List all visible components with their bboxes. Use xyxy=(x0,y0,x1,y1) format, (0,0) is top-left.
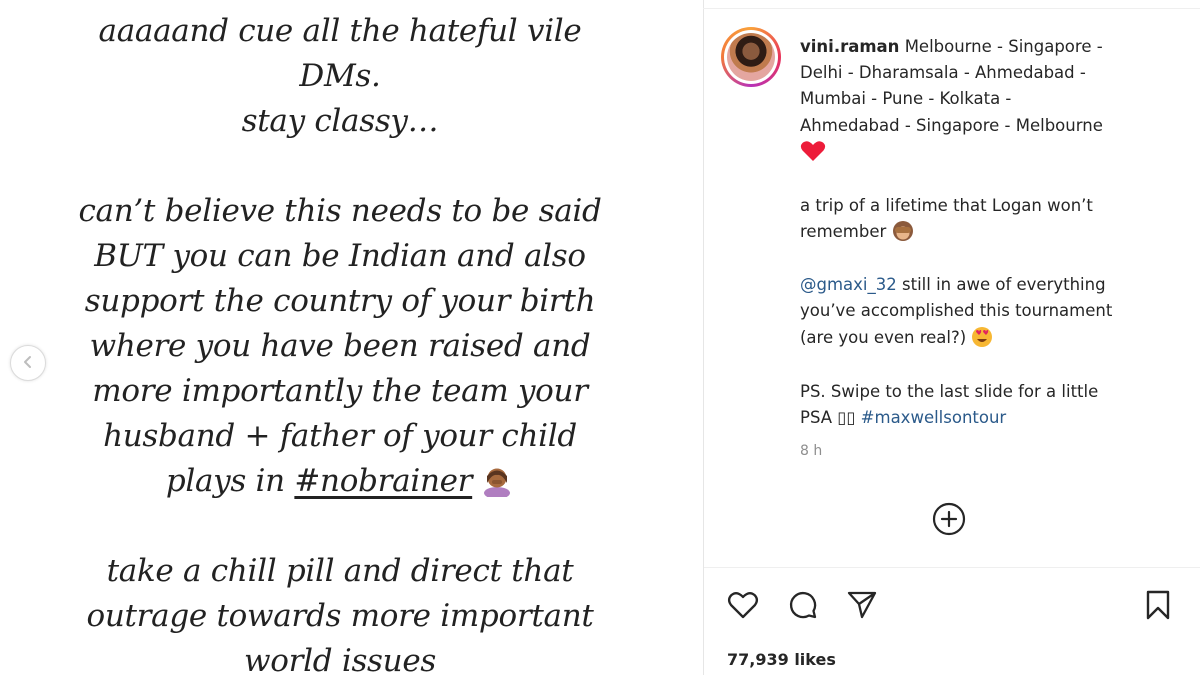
caption-location-line: Mumbai - Pune - Kolkata - xyxy=(800,89,1012,108)
like-button[interactable] xyxy=(726,590,760,624)
caption-header: vini.raman Melbourne - Singapore - xyxy=(800,34,1103,60)
chevron-left-icon xyxy=(21,354,35,373)
story-text-line: more importantly the team your xyxy=(92,373,588,409)
hashtag-link[interactable]: #maxwellsontour xyxy=(861,408,1007,427)
story-text-line: support the country of your birth xyxy=(84,283,596,319)
story-hashtag-nobrainer: #nobrainer xyxy=(294,463,473,499)
red-heart-emoji-icon xyxy=(800,140,826,170)
mention-link[interactable]: @gmaxi_32 xyxy=(800,275,897,294)
likes-count[interactable]: 77,939 likes xyxy=(727,650,836,669)
see-no-evil-monkey-emoji-icon xyxy=(892,220,914,250)
story-text-line: BUT you can be Indian and also xyxy=(94,238,586,274)
story-text-line-hashtag: plays in #nobrainer xyxy=(0,463,680,499)
story-text-line: where you have been raised and xyxy=(89,328,591,364)
comment-icon xyxy=(787,589,819,625)
story-text-plays-in: plays in xyxy=(165,463,285,499)
story-text-line: aaaaand cue all the hateful vile xyxy=(98,13,582,49)
comment-button[interactable] xyxy=(786,590,820,624)
post-timestamp[interactable]: 8 h xyxy=(800,443,822,459)
plus-circle-icon xyxy=(932,502,966,540)
heart-eyes-emoji-icon xyxy=(971,326,993,356)
avatar xyxy=(727,33,775,81)
username-link[interactable]: vini.raman xyxy=(800,37,899,56)
story-text-line: world issues xyxy=(244,643,436,675)
person-facepalm-emoji-icon xyxy=(480,463,514,499)
send-icon xyxy=(846,589,878,625)
story-text-line: DMs. xyxy=(299,58,381,94)
caption-trip-line: a trip of a lifetime that Logan won’t xyxy=(800,196,1093,215)
panel-top-border xyxy=(703,8,1200,9)
heart-icon xyxy=(727,590,759,624)
caption-location-line: Delhi - Dharamsala - Ahmedabad - xyxy=(800,63,1086,82)
caption-ps-line: PSA ▯▯ #maxwellsontour xyxy=(800,408,1007,427)
story-text-line: can’t believe this needs to be said xyxy=(78,193,602,229)
save-button[interactable] xyxy=(1141,590,1175,624)
caption-location-line: Ahmedabad - Singapore - Melbourne xyxy=(800,116,1103,135)
story-text-line: take a chill pill and direct that xyxy=(106,553,574,589)
caption-location-line: Melbourne - Singapore - xyxy=(904,37,1103,56)
caption-trip-line: remember xyxy=(800,219,914,250)
share-button[interactable] xyxy=(845,590,879,624)
story-text-line: stay classy… xyxy=(241,103,439,139)
caption-ps-line: PS. Swipe to the last slide for a little xyxy=(800,382,1099,401)
previous-slide-button[interactable] xyxy=(10,345,46,381)
load-more-comments-button[interactable] xyxy=(931,502,967,540)
caption-heart-emoji-line xyxy=(800,140,826,170)
panel-divider xyxy=(703,0,704,675)
caption-text-line: you’ve accomplished this tournament xyxy=(800,301,1113,320)
avatar-story-ring[interactable] xyxy=(721,27,781,87)
story-text-line: outrage towards more important xyxy=(86,598,594,634)
story-text-line: husband + father of your child xyxy=(103,418,577,454)
caption-text-line: (are you even real?) xyxy=(800,325,993,356)
caption-mention-line: @gmaxi_32 still in awe of everything xyxy=(800,275,1106,294)
post-image[interactable]: aaaaand cue all the hateful vile DMs. st… xyxy=(0,0,703,675)
bookmark-icon xyxy=(1144,589,1172,625)
actions-divider xyxy=(704,567,1200,568)
